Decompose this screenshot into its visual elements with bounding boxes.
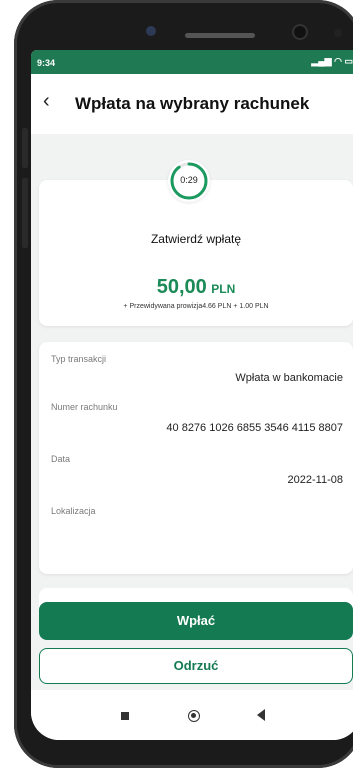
amount: 50,00 PLN — [39, 276, 353, 299]
app-header: ‹ Wpłata na wybrany rachunek — [31, 74, 353, 134]
amount-whole: 50 — [156, 276, 179, 298]
account-value: 40 8276 1026 6855 3546 4115 8807 — [166, 422, 343, 434]
deposit-button[interactable]: Wpłać — [39, 602, 353, 640]
countdown-timer: 0:29 — [168, 160, 210, 202]
back-chevron-left-icon[interactable]: ‹ — [43, 90, 50, 113]
battery-icon: ▭ — [344, 56, 353, 66]
account-label: Numer rachunku — [51, 402, 118, 412]
location-label: Lokalizacja — [51, 506, 96, 516]
sensor-icon — [146, 26, 156, 36]
page-title: Wpłata na wybrany rachunek — [75, 94, 310, 113]
details-card: Typ transakcji Wpłata w bankomacie Numer… — [39, 342, 353, 574]
type-value: Wpłata w bankomacie — [235, 372, 343, 384]
amount-currency: PLN — [211, 282, 236, 296]
wifi-icon: ◠ — [334, 56, 342, 66]
volume-down-button — [22, 178, 28, 248]
signal-icon: ▂▄▆ — [311, 56, 332, 66]
confirm-heading: Zatwierdź wpłatę — [150, 232, 242, 246]
system-navbar — [31, 690, 353, 740]
status-bar: 9:34 ▂▄▆ ◠ ▭ — [31, 50, 353, 74]
app-screen: 9:34 ▂▄▆ ◠ ▭ ‹ Wpłata na wybrany rachune… — [31, 50, 353, 740]
volume-up-button — [22, 128, 28, 168]
back-triangle-icon[interactable] — [257, 709, 265, 721]
reject-button[interactable]: Odrzuć — [39, 648, 353, 684]
timer-value: 0:29 — [180, 175, 198, 185]
sensor-icon — [334, 29, 342, 37]
status-icons: ▂▄▆ ◠ ▭ — [311, 56, 353, 67]
date-label: Data — [51, 454, 71, 464]
recent-apps-icon[interactable] — [121, 712, 129, 720]
front-camera-icon — [294, 26, 306, 38]
fee-text: + Przewidywana prowizja4.66 PLN + 1.00 P… — [123, 303, 269, 310]
type-label: Typ transakcji — [51, 354, 107, 364]
home-icon[interactable] — [188, 710, 200, 722]
status-time: 9:34 — [37, 58, 56, 68]
amount-decimal: ,00 — [178, 276, 207, 298]
speaker-grille — [185, 33, 255, 38]
date-value: 2022-11-08 — [287, 474, 343, 486]
